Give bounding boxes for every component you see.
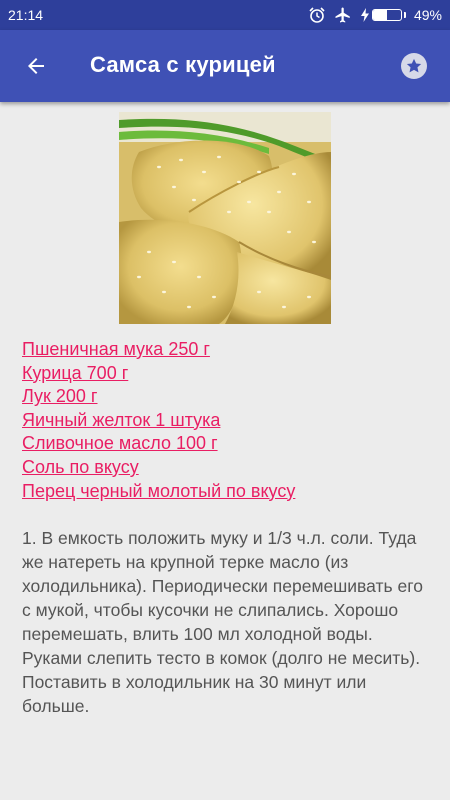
ingredient-link[interactable]: Пшеничная мука 250 г [22,338,432,362]
alarm-icon [309,7,325,23]
ingredient-link[interactable]: Лук 200 г [22,385,432,409]
ingredient-link[interactable]: Яичный желток 1 штука [22,409,432,433]
battery-icon [360,8,406,22]
back-button[interactable] [12,42,60,90]
battery-percent: 49% [413,7,442,23]
ingredient-link[interactable]: Сливочное масло 100 г [22,432,432,456]
ingredients-list: Пшеничная мука 250 г Курица 700 г Лук 200 … [22,338,432,503]
status-bar: 21:14 49% [0,0,450,30]
status-time: 21:14 [8,7,44,23]
favorite-button[interactable] [394,46,434,86]
page-title: Самса с курицей [90,52,276,77]
status-icons: 49% [308,6,442,24]
star-icon [406,58,422,73]
charging-icon [360,8,369,22]
ingredient-link[interactable]: Курица 700 г [22,362,432,386]
ingredient-link[interactable]: Перец черный молотый по вкусу [22,480,432,504]
airplane-icon [335,7,350,23]
step-text: 1. В емкость положить муку и 1/3 ч.л. со… [22,528,423,716]
arrow-back-icon [28,58,44,74]
app-bar: Самса с курицей [0,30,450,102]
recipe-photo [119,112,331,324]
ingredient-link[interactable]: Соль по вкусу [22,456,432,480]
